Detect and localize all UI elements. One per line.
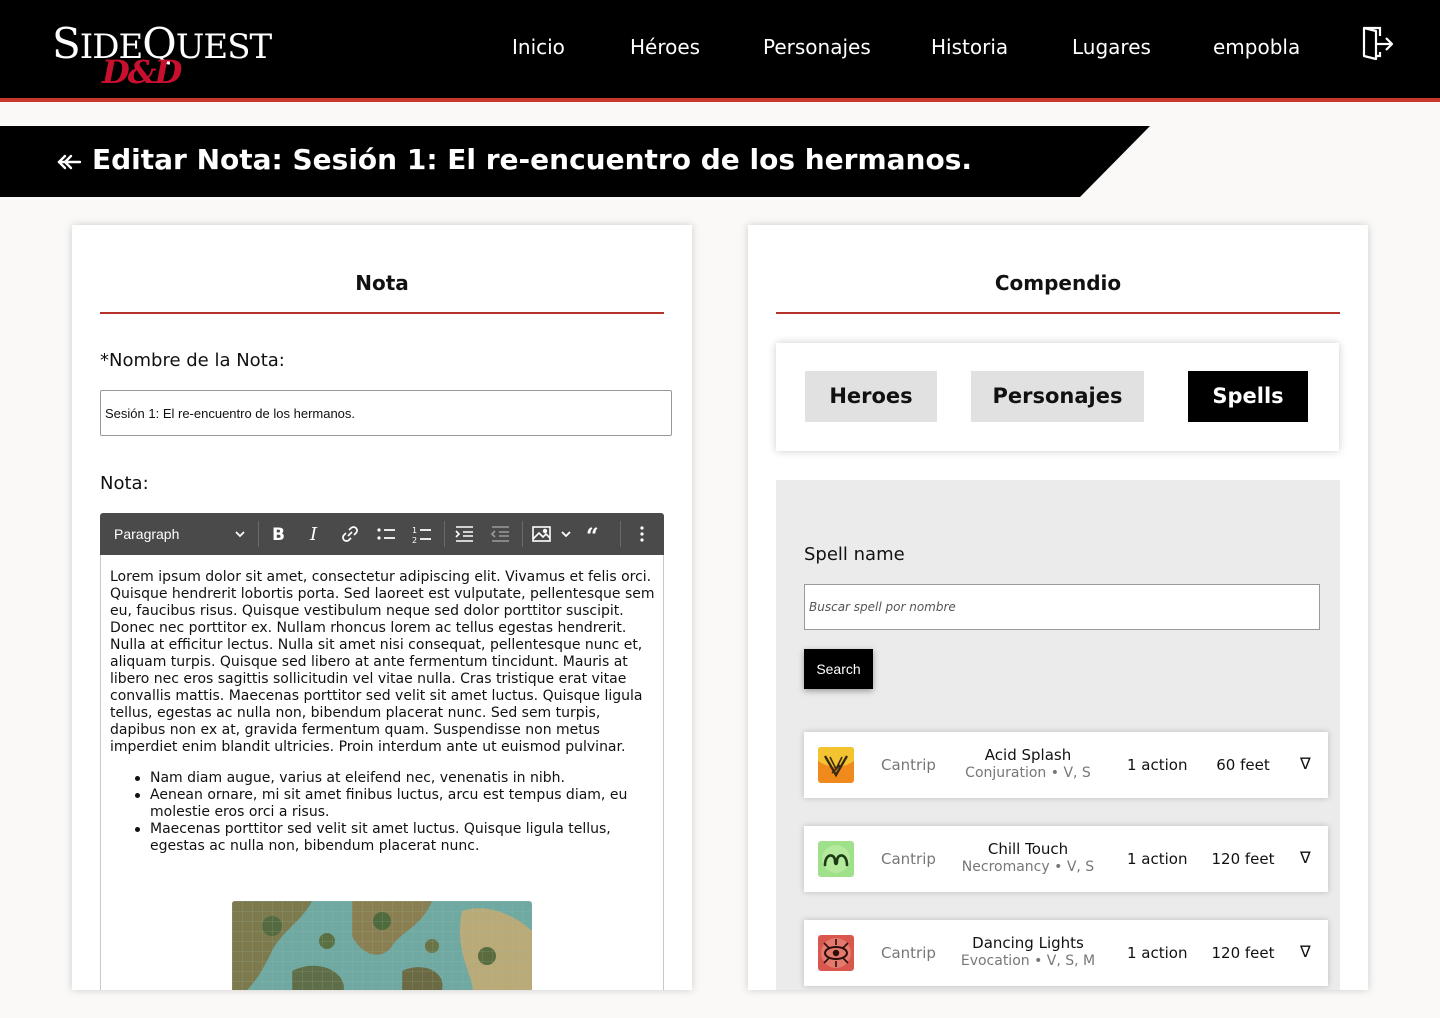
nav-item-inicio[interactable]: Inicio [512,34,565,60]
spell-level: Cantrip [881,850,936,868]
logo-dnd-mark: D&D [102,53,182,91]
chill-touch-icon [818,841,854,877]
spell-name-cell: Acid Splash Conjuration • V, S [958,746,1098,782]
compendio-tabs: Heroes Personajes Spells [776,343,1339,451]
spell-name-label: Spell name [804,544,905,565]
list-item: Maecenas porttitor sed velit sit amet lu… [135,821,658,855]
indent-icon[interactable] [452,522,476,546]
numbered-list-icon[interactable]: 12 [410,522,434,546]
embedded-map-image[interactable] [232,901,532,990]
link-icon[interactable] [338,522,362,546]
spell-casting-time: 1 action [1127,944,1188,962]
toolbar-divider [522,521,523,547]
spell-range: 60 feet [1216,756,1270,774]
spell-range: 120 feet [1211,944,1275,962]
spell-search-panel: Spell name Search Cantrip Acid Splash Co… [776,480,1340,990]
toolbar-divider [258,521,259,547]
outdent-icon[interactable] [488,522,512,546]
note-body-label: Nota: [100,473,149,494]
nav-item-heroes[interactable]: Héroes [630,34,700,60]
italic-icon[interactable]: I [302,522,326,546]
nota-card: Nota *Nombre de la Nota: Nota: Paragraph… [72,225,692,990]
svg-text:“: “ [586,524,599,546]
tab-spells[interactable]: Spells [1188,371,1308,422]
note-name-label: *Nombre de la Nota: [100,350,285,371]
nav-item-lugares[interactable]: Lugares [1072,34,1151,60]
spell-name: Dancing Lights [972,934,1084,952]
spell-casting-time: 1 action [1127,850,1188,868]
editor-paragraph: Lorem ipsum dolor sit amet, consectetur … [110,569,655,755]
spell-level: Cantrip [881,756,936,774]
image-dropdown-icon[interactable] [554,522,578,546]
svg-text:I: I [309,524,318,545]
toolbar-divider [620,521,621,547]
spell-name-cell: Chill Touch Necromancy • V, S [958,840,1098,876]
editor-bullet-list: Nam diam augue, varius at eleifend nec, … [135,770,658,855]
spell-level: Cantrip [881,944,936,962]
spell-row[interactable]: Cantrip Dancing Lights Evocation • V, S,… [804,920,1328,986]
spell-name-cell: Dancing Lights Evocation • V, S, M [958,934,1098,970]
spell-range: 120 feet [1211,850,1275,868]
spell-school: Conjuration • V, S [965,765,1091,781]
sidequest-logo[interactable]: SIDEQUEST D&D [52,20,272,91]
chevron-down-icon[interactable] [228,522,252,546]
expand-toggle-icon[interactable]: ∇ [1300,754,1311,774]
svg-text:2: 2 [412,536,417,545]
spell-row[interactable]: Cantrip Acid Splash Conjuration • V, S 1… [804,732,1328,798]
svg-text:1: 1 [412,526,417,535]
spell-school: Necromancy • V, S [961,859,1095,875]
spell-row[interactable]: Cantrip Chill Touch Necromancy • V, S 1 … [804,826,1328,892]
back-arrow-icon[interactable] [56,151,82,173]
logout-icon[interactable] [1360,26,1394,62]
note-editor[interactable]: Lorem ipsum dolor sit amet, consectetur … [100,555,664,990]
acid-splash-icon [818,747,854,783]
nav-item-personajes[interactable]: Personajes [763,34,871,60]
note-name-input[interactable] [100,390,672,436]
compendio-divider [776,312,1340,314]
tab-personajes[interactable]: Personajes [971,371,1144,422]
page-title: Editar Nota: Sesión 1: El re-encuentro d… [92,143,973,176]
tab-heroes[interactable]: Heroes [805,371,937,422]
dancing-lights-icon [818,935,854,971]
spell-name: Acid Splash [984,746,1072,764]
nota-heading: Nota [355,271,409,295]
editor-toolbar: Paragraph B I 12 “ [100,513,664,555]
bold-icon[interactable]: B [266,522,290,546]
nota-divider [100,312,664,314]
navbar-accent-line [0,98,1440,102]
image-icon[interactable] [530,522,554,546]
expand-toggle-icon[interactable]: ∇ [1300,942,1311,962]
block-style-dropdown[interactable]: Paragraph [114,524,179,544]
nav-item-user[interactable]: empobla [1213,34,1300,60]
more-icon[interactable] [630,522,654,546]
compendio-card: Compendio Heroes Personajes Spells Spell… [748,225,1368,990]
list-item: Aenean ornare, mi sit amet finibus luctu… [135,787,658,821]
top-navbar: SIDEQUEST D&D Inicio Héroes Personajes H… [0,0,1440,98]
compendio-heading: Compendio [994,271,1122,295]
list-item: Nam diam augue, varius at eleifend nec, … [135,770,658,787]
spell-name: Chill Touch [987,840,1069,858]
spell-casting-time: 1 action [1127,756,1188,774]
search-button[interactable]: Search [804,649,873,689]
spell-search-input[interactable] [804,584,1320,630]
quote-icon[interactable]: “ [584,522,608,550]
toolbar-divider [444,521,445,547]
bulleted-list-icon[interactable] [374,522,398,546]
nav-item-historia[interactable]: Historia [931,34,1008,60]
expand-toggle-icon[interactable]: ∇ [1300,848,1311,868]
spell-school: Evocation • V, S, M [960,953,1096,969]
svg-text:B: B [272,525,285,545]
